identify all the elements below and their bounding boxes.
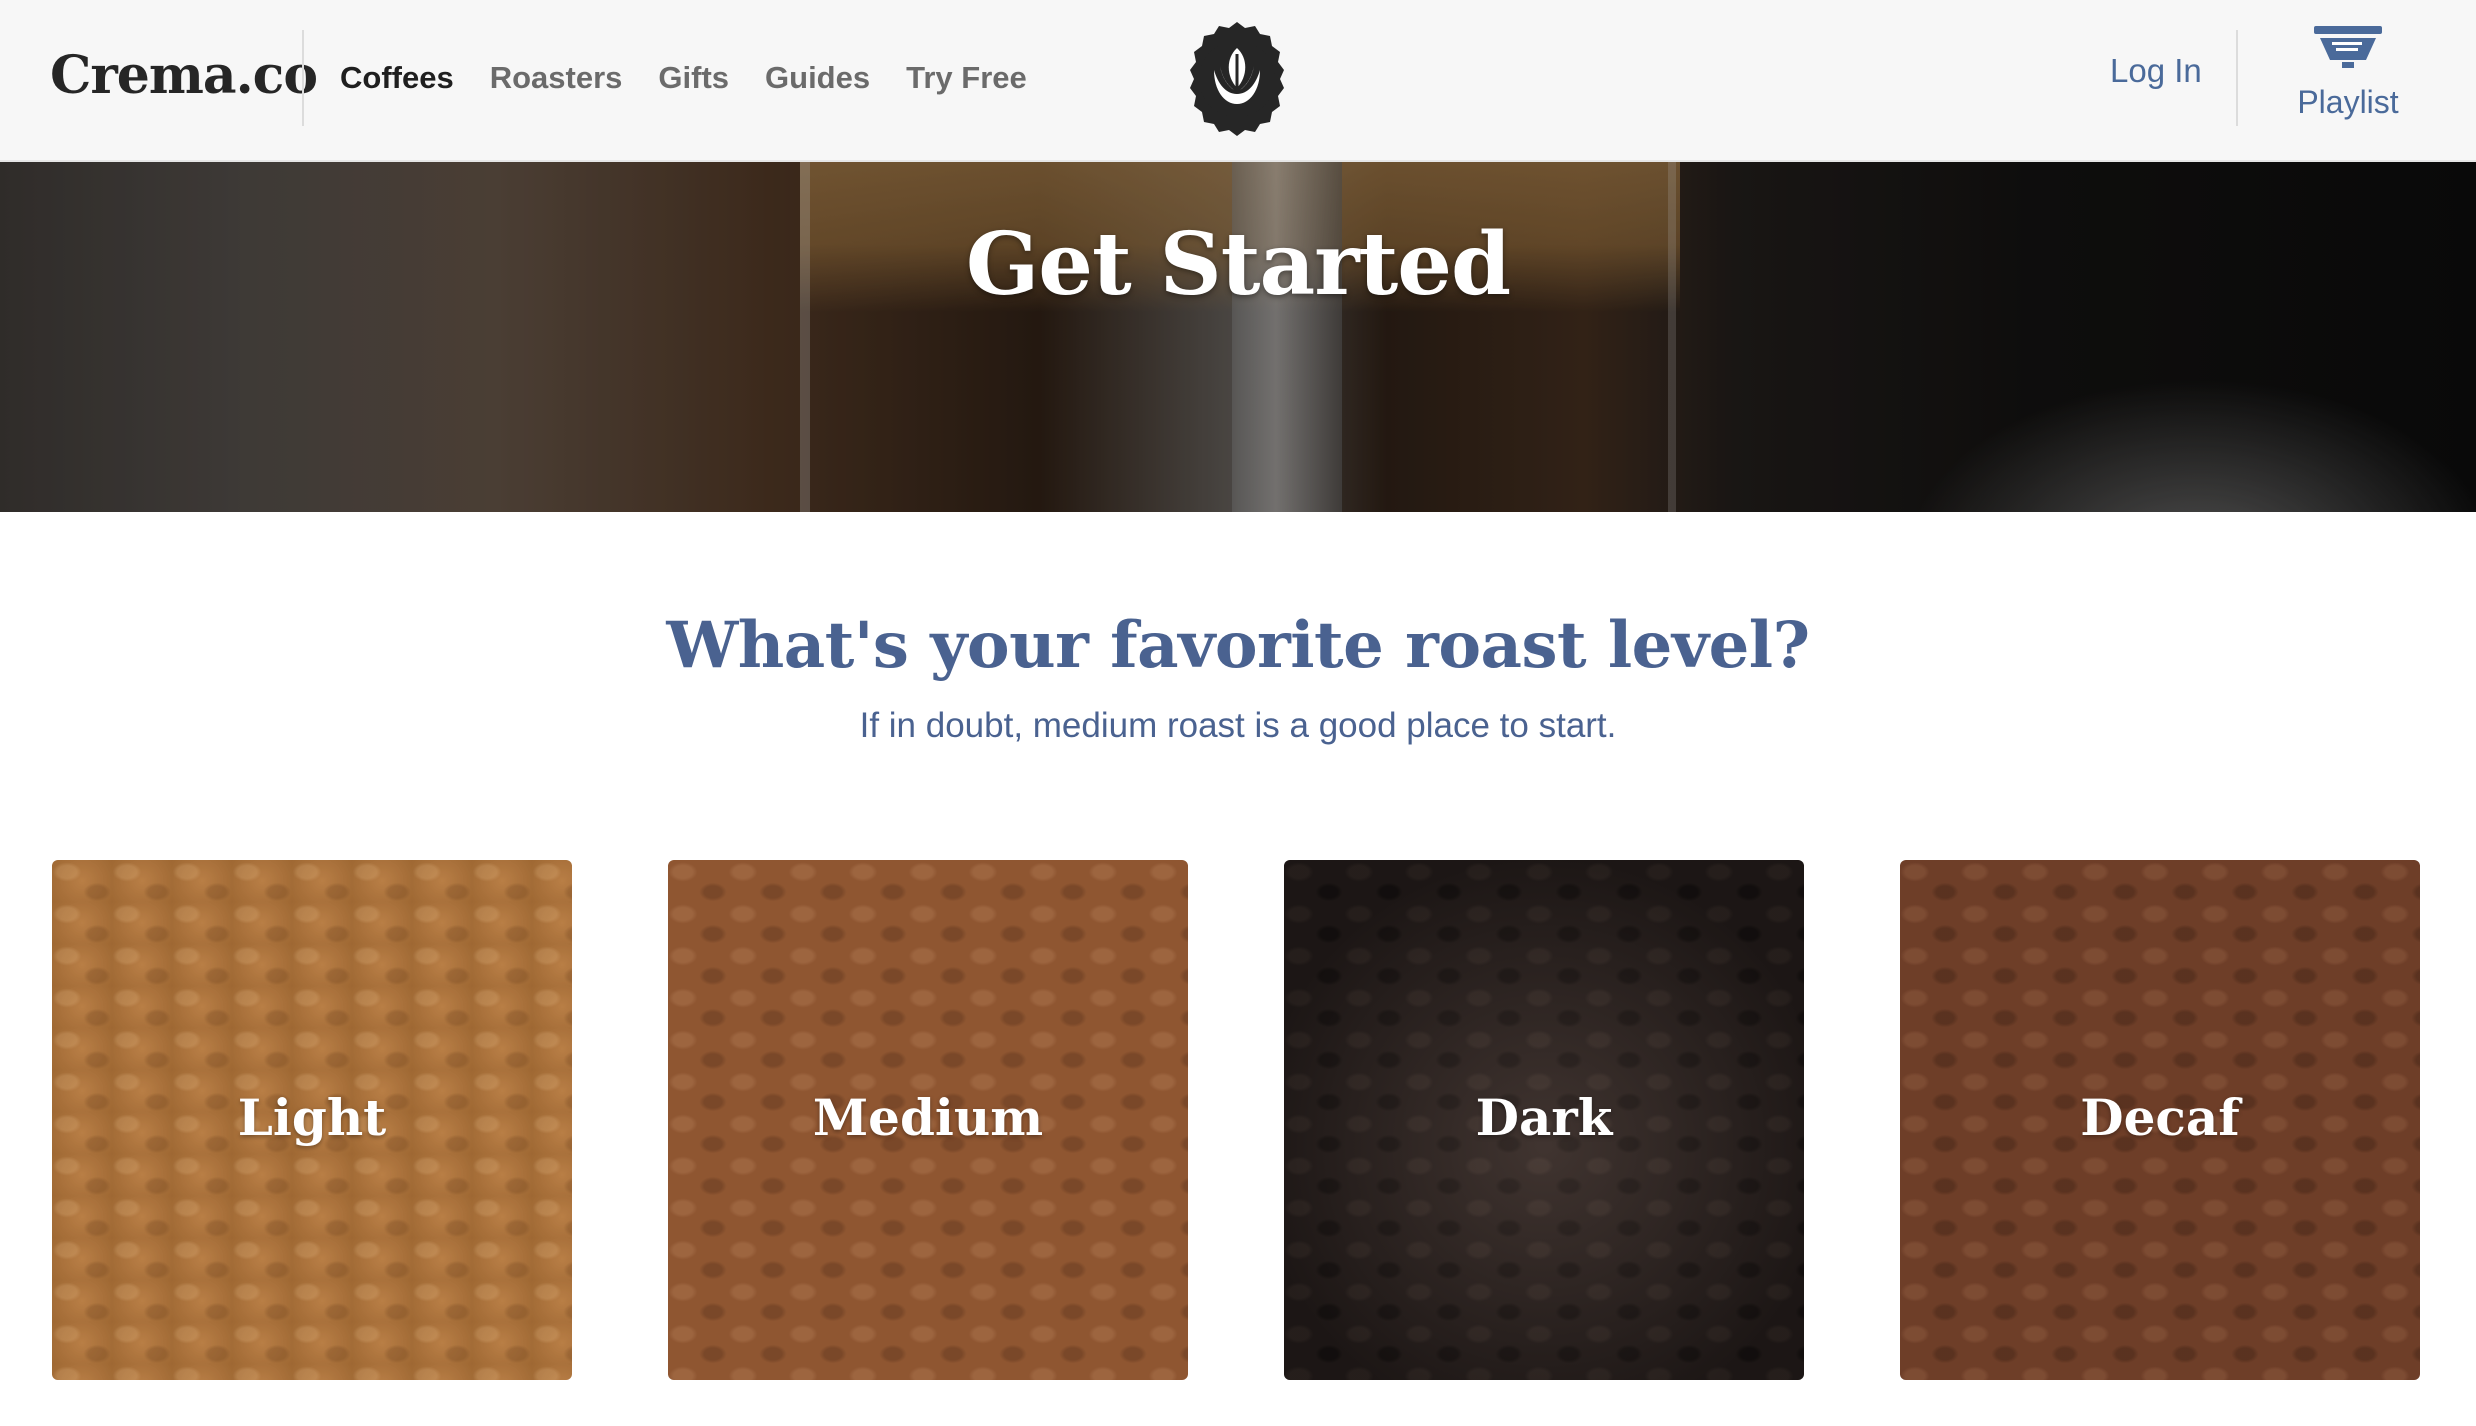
nav-item-roasters[interactable]: Roasters <box>490 60 623 96</box>
nav-item-try-free[interactable]: Try Free <box>906 60 1027 96</box>
roast-card-label: Medium <box>812 1088 1044 1147</box>
roast-question-heading: What's your favorite roast level? <box>666 608 1810 683</box>
roast-card-light[interactable]: Light <box>52 860 572 1380</box>
roast-card-label: Decaf <box>2080 1088 2240 1147</box>
latte-art-leaf-icon[interactable] <box>1176 18 1298 140</box>
login-link[interactable]: Log In <box>2110 52 2202 90</box>
header-divider-right <box>2236 30 2238 126</box>
page-title: Get Started <box>965 214 1511 315</box>
nav-item-gifts[interactable]: Gifts <box>658 60 729 96</box>
header-divider <box>302 30 304 126</box>
roast-card-decaf[interactable]: Decaf <box>1900 860 2420 1380</box>
playlist-label: Playlist <box>2297 84 2399 120</box>
coffee-dripper-icon <box>2312 24 2384 70</box>
roast-card-dark[interactable]: Dark <box>1284 860 1804 1380</box>
roast-options: Light Medium Dark Decaf <box>52 860 2422 1380</box>
hero-banner: Get Started <box>0 162 2476 512</box>
roast-card-label: Dark <box>1475 1088 1613 1147</box>
main-nav: Coffees Roasters Gifts Guides Try Free <box>340 40 1027 116</box>
brand-logo[interactable]: Crema.co <box>50 36 318 116</box>
playlist-button[interactable]: Playlist <box>2278 24 2418 134</box>
nav-item-coffees[interactable]: Coffees <box>340 60 454 96</box>
roast-question-subtitle: If in doubt, medium roast is a good plac… <box>859 706 1617 745</box>
nav-item-guides[interactable]: Guides <box>765 60 870 96</box>
roast-card-medium[interactable]: Medium <box>668 860 1188 1380</box>
site-header: Crema.co Coffees Roasters Gifts Guides T… <box>0 0 2476 162</box>
roast-card-label: Light <box>237 1088 387 1147</box>
